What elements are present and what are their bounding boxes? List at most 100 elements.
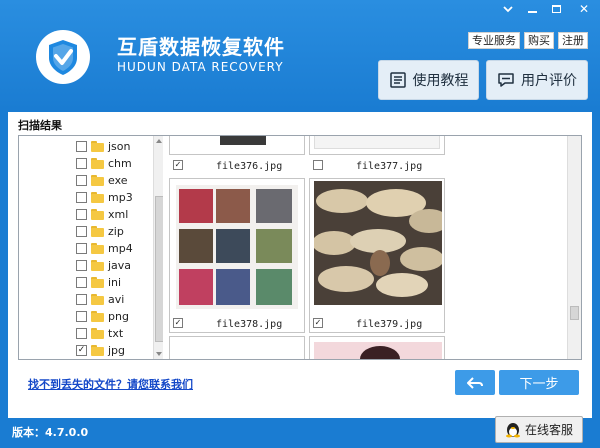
back-button[interactable] (455, 370, 495, 395)
tree-checkbox[interactable] (76, 226, 87, 237)
folder-icon (91, 175, 104, 186)
gallery-scrollbar[interactable] (567, 136, 581, 359)
tree-item-avi[interactable]: avi (76, 291, 124, 308)
scroll-up-icon[interactable] (156, 139, 162, 143)
buy-link[interactable]: 购买 (524, 32, 554, 49)
file-card[interactable] (169, 178, 305, 333)
folder-icon (91, 243, 104, 254)
file-checkbox[interactable]: ✓ (173, 318, 183, 328)
file-type-tree: json chm exe mp3 xml zip mp4 java ini av… (18, 135, 166, 360)
tree-item-zip[interactable]: zip (76, 223, 124, 240)
folder-icon (91, 141, 104, 152)
tree-item-mp3[interactable]: mp3 (76, 189, 133, 206)
window-controls: ✕ (496, 0, 600, 18)
file-gallery: ✓ file376.jpg file377.jpg ✓ file378.jpg … (163, 135, 582, 360)
results-panel: 扫描结果 json chm exe mp3 xml zip mp4 java i… (8, 112, 592, 418)
document-icon (389, 72, 406, 88)
version-label: 版本：4.7.0.0 (12, 426, 89, 439)
file-name: file376.jpg (216, 161, 283, 172)
app-title: 互盾数据恢复软件 (117, 35, 285, 59)
thumbnail (314, 342, 442, 359)
tree-item-label: java (108, 259, 132, 272)
tree-item-label: ini (108, 276, 122, 289)
tree-checkbox[interactable] (76, 141, 87, 152)
support-label: 在线客服 (524, 423, 573, 437)
tree-item-xml[interactable]: xml (76, 206, 128, 223)
tree-checkbox[interactable] (76, 243, 87, 254)
folder-icon (91, 192, 104, 203)
folder-icon (91, 226, 104, 237)
tree-checkbox[interactable] (76, 311, 87, 322)
file-card[interactable] (169, 136, 305, 155)
file-name: file378.jpg (216, 319, 283, 330)
service-link[interactable]: 专业服务 (468, 32, 520, 49)
register-link[interactable]: 注册 (558, 32, 588, 49)
file-card[interactable] (309, 336, 445, 359)
tree-checkbox[interactable] (76, 294, 87, 305)
thumbnail (314, 136, 440, 149)
file-checkbox[interactable]: ✓ (173, 160, 183, 170)
app-subtitle: HUDUN DATA RECOVERY (117, 60, 284, 74)
reviews-button[interactable]: 用户评价 (486, 60, 588, 100)
reviews-label: 用户评价 (521, 73, 577, 89)
panel-title: 扫描结果 (18, 119, 62, 132)
tree-item-label: zip (108, 225, 124, 238)
tree-item-label: chm (108, 157, 132, 170)
tutorial-button[interactable]: 使用教程 (378, 60, 479, 100)
thumbnail (220, 136, 266, 145)
online-support-button[interactable]: 在线客服 (495, 416, 583, 443)
tree-item-txt[interactable]: txt (76, 325, 123, 342)
minimize-icon[interactable] (520, 0, 544, 18)
shield-icon (49, 40, 77, 75)
tree-item-label: jpg (108, 344, 126, 357)
tree-checkbox[interactable] (76, 158, 87, 169)
file-card[interactable] (309, 178, 449, 333)
tree-item-jpg[interactable]: ✓ jpg (76, 342, 125, 359)
penguin-icon (505, 422, 520, 437)
file-checkbox[interactable] (313, 160, 323, 170)
tree-item-chm[interactable]: chm (76, 155, 132, 172)
folder-icon (91, 311, 104, 322)
tree-item-mp4[interactable]: mp4 (76, 240, 133, 257)
maximize-icon[interactable] (544, 0, 568, 18)
file-card[interactable] (169, 336, 305, 359)
file-checkbox[interactable]: ✓ (313, 318, 323, 328)
tree-item-json[interactable]: json (76, 138, 131, 155)
tree-item-label: mp3 (108, 191, 133, 204)
tree-item-ini[interactable]: ini (76, 274, 121, 291)
chevron-down-icon[interactable] (496, 0, 520, 18)
close-icon[interactable]: ✕ (568, 0, 600, 18)
file-name: file377.jpg (356, 161, 423, 172)
tree-checkbox[interactable] (76, 192, 87, 203)
tree-checkbox[interactable] (76, 260, 87, 271)
file-name: file379.jpg (356, 319, 423, 330)
next-button[interactable]: 下一步 (499, 370, 579, 395)
file-card[interactable] (309, 136, 445, 155)
tree-checkbox[interactable] (76, 277, 87, 288)
tree-item-exe[interactable]: exe (76, 172, 128, 189)
tutorial-label: 使用教程 (412, 73, 469, 89)
top-links: 专业服务 购买 注册 (468, 32, 588, 49)
tree-item-label: png (108, 310, 129, 323)
folder-icon (91, 345, 104, 356)
tree-item-label: exe (108, 174, 128, 187)
tree-checkbox[interactable] (76, 328, 87, 339)
app-logo (36, 30, 90, 84)
folder-icon (91, 158, 104, 169)
tree-item-label: txt (108, 327, 124, 340)
tree-checkbox[interactable] (76, 209, 87, 220)
scroll-down-icon[interactable] (156, 352, 162, 356)
thumbnail (312, 181, 449, 305)
tree-checkbox[interactable] (76, 175, 87, 186)
folder-icon (91, 260, 104, 271)
back-arrow-icon (467, 376, 483, 389)
tree-item-png[interactable]: png (76, 308, 129, 325)
tree-item-java[interactable]: java (76, 257, 131, 274)
folder-icon (91, 277, 104, 288)
tree-checkbox-checked[interactable]: ✓ (76, 345, 87, 356)
tree-item-label: xml (108, 208, 129, 221)
contact-link[interactable]: 找不到丢失的文件？请您联系我们 (28, 376, 193, 392)
folder-icon (91, 294, 104, 305)
tree-item-label: mp4 (108, 242, 133, 255)
scroll-thumb[interactable] (570, 306, 579, 320)
